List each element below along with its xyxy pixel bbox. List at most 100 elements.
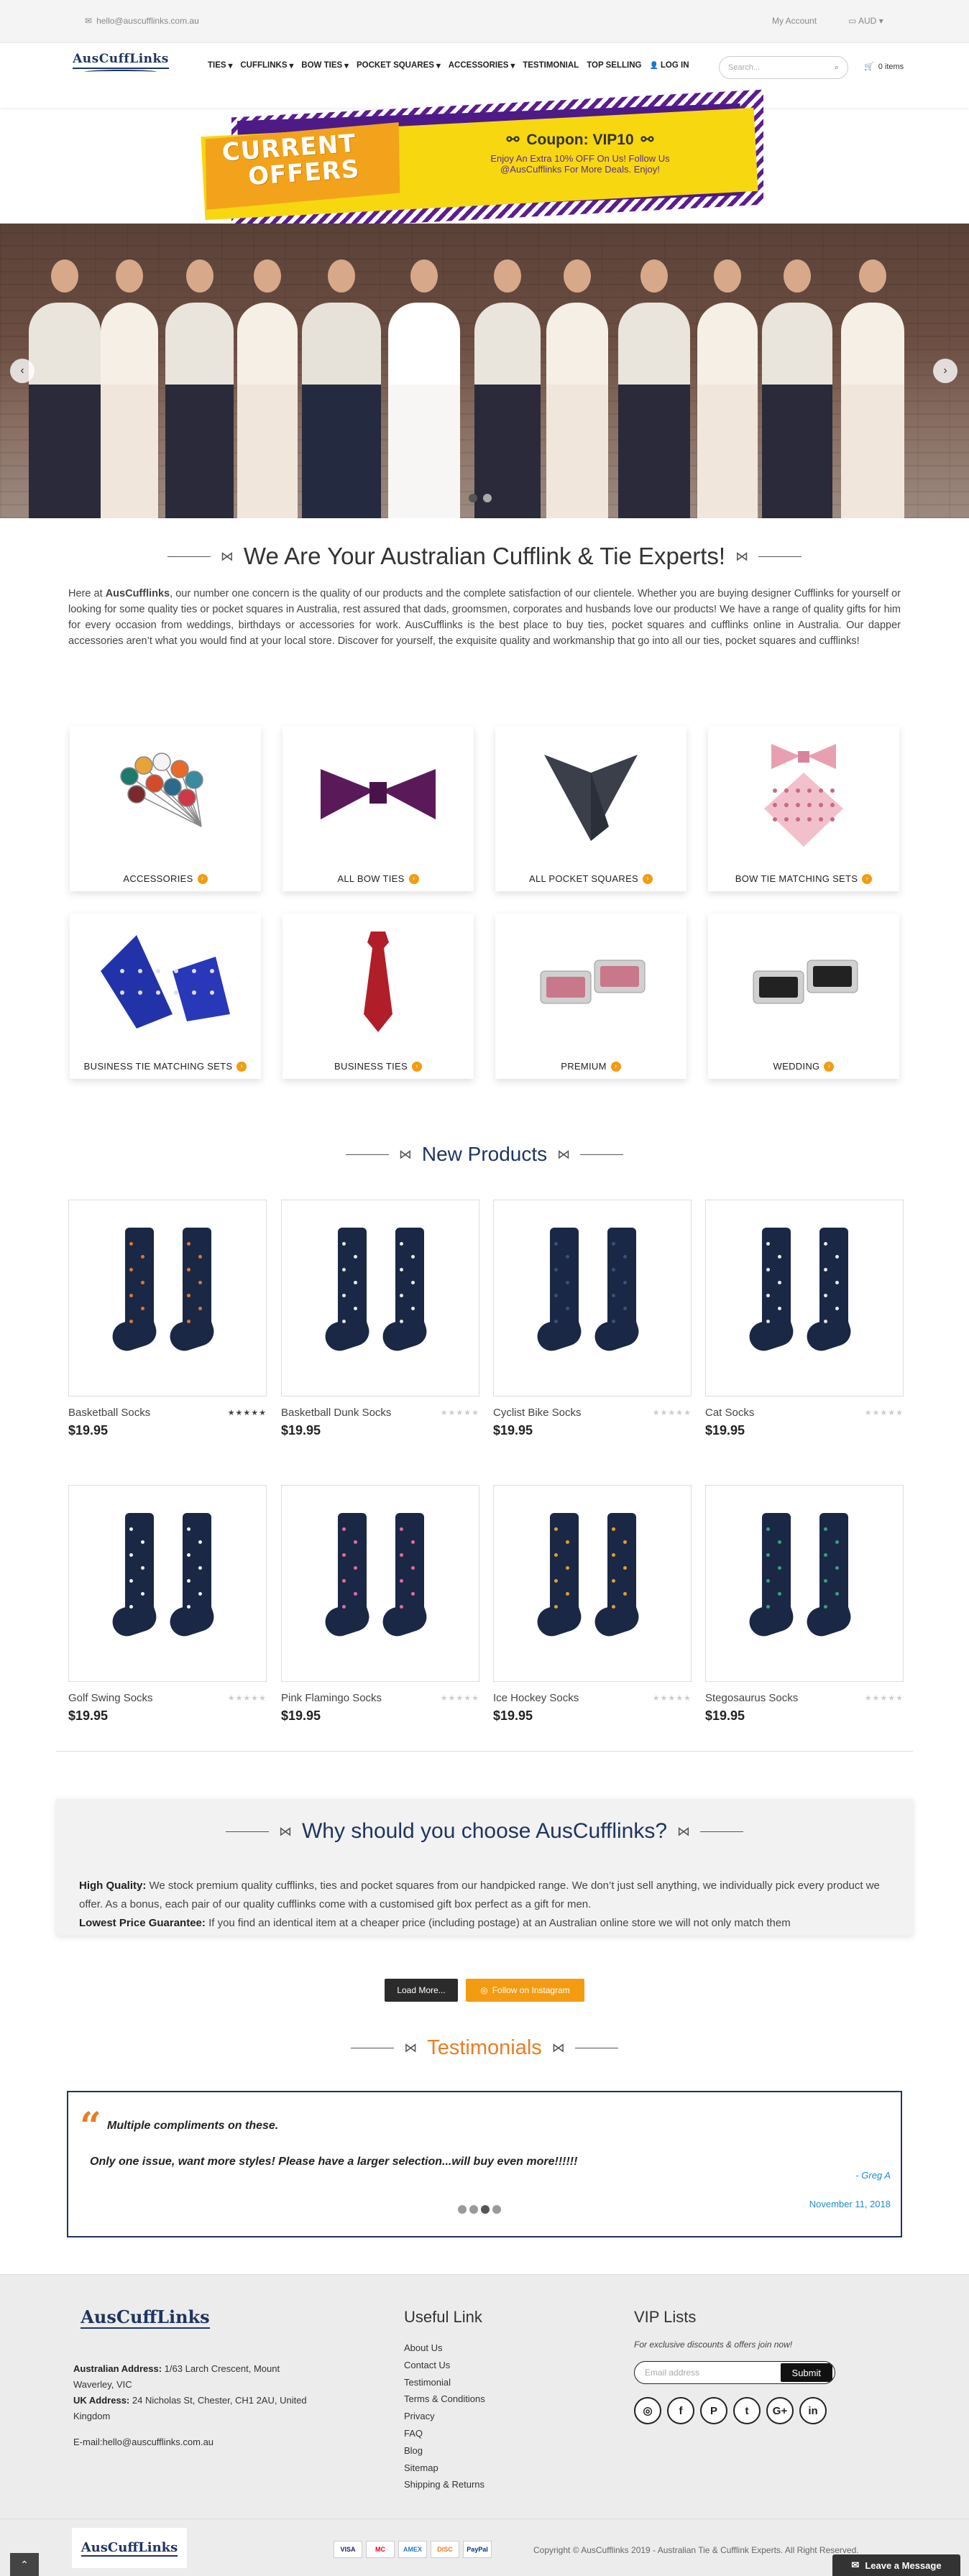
product-image[interactable]	[281, 1200, 479, 1397]
product-image[interactable]	[705, 1485, 904, 1682]
product-card[interactable]: Golf Swing Socks ★★★★★ $19.95	[68, 1485, 267, 1724]
footer-email[interactable]: E-mail:hello@auscufflinks.com.au	[73, 2434, 321, 2450]
product-card[interactable]: Cat Socks ★★★★★ $19.95	[705, 1200, 904, 1438]
nav-item-testimonial[interactable]: TESTIMONIAL	[523, 60, 579, 70]
product-name[interactable]: Cat Socks	[705, 1407, 754, 1419]
search-input[interactable]: Search...	[728, 63, 760, 72]
testimonial-dot[interactable]	[469, 2205, 478, 2214]
product-card[interactable]: Basketball Dunk Socks ★★★★★ $19.95	[281, 1200, 479, 1438]
category-card[interactable]: ALL POCKET SQUARES ›	[495, 726, 686, 891]
my-account-link[interactable]: My Account	[772, 16, 817, 26]
footer-link[interactable]: Contact Us	[404, 2357, 485, 2374]
product-name[interactable]: Ice Hockey Socks	[493, 1692, 579, 1704]
product-image[interactable]	[493, 1485, 692, 1682]
linkedin-icon[interactable]: in	[799, 2397, 827, 2424]
product-card[interactable]: Stegosaurus Socks ★★★★★ $19.95	[705, 1485, 904, 1724]
footer-link[interactable]: About Us	[404, 2340, 485, 2357]
leave-message-button[interactable]: ✉ Leave a Message	[832, 2554, 960, 2576]
product-image[interactable]	[705, 1200, 904, 1397]
nav-item-cufflinks[interactable]: CUFFLINKS ▾	[240, 60, 293, 70]
category-label[interactable]: BUSINESS TIES ›	[283, 1061, 474, 1072]
twitter-icon[interactable]: t	[733, 2397, 761, 2424]
product-card[interactable]: Basketball Socks ★★★★★ $19.95	[68, 1200, 267, 1438]
category-label[interactable]: WEDDING ›	[708, 1061, 899, 1072]
slider-dot[interactable]	[483, 494, 492, 502]
category-card[interactable]: BUSINESS TIE MATCHING SETS ›	[70, 914, 261, 1079]
product-image[interactable]	[281, 1485, 479, 1682]
scroll-to-top-button[interactable]: ⌃	[10, 2553, 39, 2576]
product-name[interactable]: Cyclist Bike Socks	[493, 1407, 582, 1419]
sock-pattern	[129, 1320, 133, 1323]
coupon-code: ⚯ Coupon: VIP10 ⚯	[461, 131, 699, 149]
category-label[interactable]: ALL POCKET SQUARES ›	[495, 873, 686, 884]
slider-prev-button[interactable]: ‹	[10, 359, 35, 383]
product-name[interactable]: Pink Flamingo Socks	[281, 1692, 382, 1704]
pinterest-icon[interactable]: P	[700, 2397, 727, 2424]
category-card[interactable]: BUSINESS TIES ›	[283, 914, 474, 1079]
sock-pattern	[566, 1566, 569, 1570]
product-card[interactable]: Pink Flamingo Socks ★★★★★ $19.95	[281, 1485, 479, 1724]
hero-slider[interactable]: ‹ ›	[0, 224, 969, 518]
category-label[interactable]: ALL BOW TIES ›	[283, 873, 474, 884]
vip-email-input[interactable]: Email address	[635, 2368, 781, 2378]
load-more-button[interactable]: Load More...	[385, 1979, 458, 2002]
footer-link[interactable]: Privacy	[404, 2408, 485, 2425]
category-label[interactable]: PREMIUM ›	[495, 1061, 686, 1072]
bottom-logo[interactable]: AusCuffLinks	[72, 2528, 187, 2568]
instagram-icon[interactable]: ◎	[634, 2397, 661, 2424]
category-card[interactable]: ALL BOW TIES ›	[283, 726, 474, 891]
search-icon[interactable]: ⌕	[835, 63, 839, 73]
nav-item-bow-ties[interactable]: BOW TIES ▾	[301, 60, 349, 70]
testimonial-dot[interactable]	[458, 2205, 467, 2214]
google-plus-icon[interactable]: G+	[766, 2397, 794, 2424]
facebook-icon[interactable]: f	[667, 2397, 694, 2424]
product-image[interactable]	[68, 1200, 267, 1397]
slider-dot[interactable]	[469, 494, 477, 502]
footer-link[interactable]: Testimonial	[404, 2374, 485, 2391]
follow-instagram-button[interactable]: ◎ Follow on Instagram	[466, 1979, 584, 2002]
product-card[interactable]: Ice Hockey Socks ★★★★★ $19.95	[493, 1485, 692, 1724]
current-offers-banner[interactable]: CURRENT OFFERS ⚯ Coupon: VIP10 ⚯ Enjoy A…	[201, 89, 766, 233]
product-name[interactable]: Basketball Socks	[68, 1407, 150, 1419]
chevron-down-icon: ▾	[344, 62, 349, 70]
sock-pattern	[835, 1592, 839, 1596]
footer-link[interactable]: Blog	[404, 2442, 485, 2460]
sock-pattern	[400, 1579, 403, 1583]
category-label[interactable]: ACCESSORIES ›	[70, 873, 261, 884]
category-label[interactable]: BOW TIE MATCHING SETS ›	[708, 873, 899, 884]
footer-logo[interactable]: AusCuffLinks	[72, 2306, 219, 2329]
footer-link[interactable]: Shipping & Returns	[404, 2476, 485, 2493]
search-box[interactable]: Search... ⌕	[719, 56, 848, 79]
product-image[interactable]	[493, 1200, 692, 1397]
nav-item-pocket-squares[interactable]: POCKET SQUARES ▾	[357, 60, 441, 70]
category-card[interactable]: PREMIUM ›	[495, 914, 686, 1079]
nav-item-log-in[interactable]: 👤 LOG IN	[649, 60, 689, 70]
footer-link[interactable]: FAQ	[404, 2425, 485, 2442]
nav-item-ties[interactable]: TIES ▾	[208, 60, 232, 70]
cart-link[interactable]: 🛒 0 items	[864, 62, 904, 72]
testimonial-dot[interactable]	[481, 2205, 490, 2214]
category-card[interactable]: WEDDING ›	[708, 914, 899, 1079]
category-card[interactable]: BOW TIE MATCHING SETS ›	[708, 726, 899, 891]
site-logo[interactable]: AusCuffLinks	[72, 52, 170, 78]
vip-submit-button[interactable]: Submit	[780, 2363, 832, 2382]
product-name[interactable]: Stegosaurus Socks	[705, 1692, 798, 1704]
currency-selector[interactable]: ▭ AUD ▾	[848, 16, 883, 26]
hero-person-head	[640, 259, 668, 293]
sock-pattern	[612, 1320, 615, 1323]
product-name[interactable]: Golf Swing Socks	[68, 1692, 153, 1704]
nav-item-top-selling[interactable]: TOP SELLING	[587, 60, 641, 70]
nav-item-accessories[interactable]: ACCESSORIES ▾	[449, 60, 515, 70]
category-card[interactable]: ACCESSORIES ›	[70, 726, 261, 891]
sock-pattern	[623, 1255, 627, 1259]
footer-link[interactable]: Terms & Conditions	[404, 2391, 485, 2408]
product-card[interactable]: Cyclist Bike Socks ★★★★★ $19.95	[493, 1200, 692, 1438]
top-email[interactable]: ✉ hello@auscufflinks.com.au	[85, 16, 199, 26]
product-image[interactable]	[68, 1485, 267, 1682]
currency-value: AUD	[858, 16, 877, 26]
category-label[interactable]: BUSINESS TIE MATCHING SETS ›	[70, 1061, 261, 1072]
product-name[interactable]: Basketball Dunk Socks	[281, 1407, 391, 1419]
footer-link[interactable]: Sitemap	[404, 2460, 485, 2477]
slider-next-button[interactable]: ›	[933, 359, 957, 383]
testimonial-dot[interactable]	[492, 2205, 501, 2214]
